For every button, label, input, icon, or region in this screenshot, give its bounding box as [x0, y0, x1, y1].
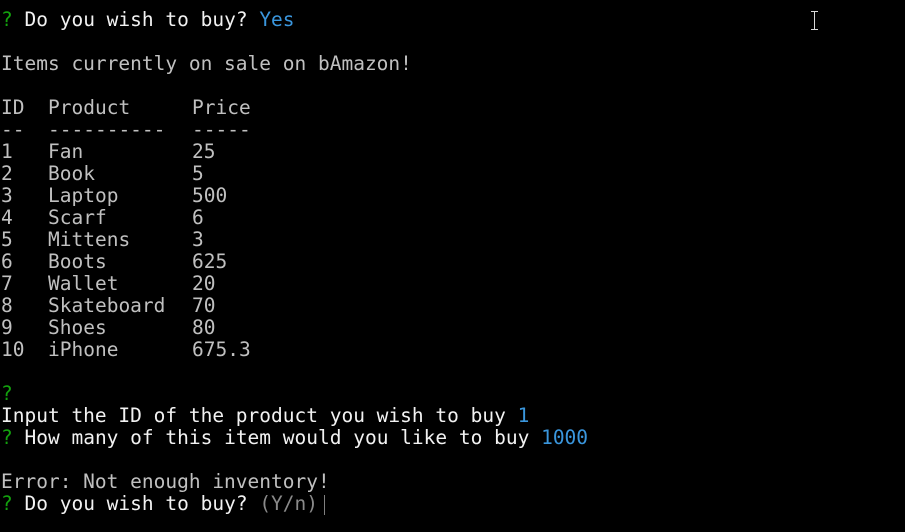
table-separator: -- ---------- -----	[1, 119, 901, 141]
row-id: 9	[1, 316, 13, 339]
id-prompt-marker-line: ?	[1, 383, 901, 405]
row-id: 5	[1, 228, 13, 251]
table-row: 4 Scarf 6	[1, 207, 901, 229]
row-price: 6	[192, 206, 204, 229]
id-question: Input the ID of the product you wish to …	[1, 404, 506, 427]
separator-id: --	[1, 118, 25, 141]
table-row: 1 Fan 25	[1, 141, 901, 163]
row-price: 80	[192, 316, 216, 339]
row-product: Fan	[48, 140, 84, 163]
table-row: 7 Wallet 20	[1, 273, 901, 295]
row-price: 675.3	[192, 338, 251, 361]
terminal-window[interactable]: ? Do you wish to buy? Yes Items currentl…	[1, 9, 901, 515]
row-price: 25	[192, 140, 216, 163]
table-row: 10 iPhone 675.3	[1, 339, 901, 361]
row-id: 10	[1, 338, 25, 361]
row-product: Mittens	[48, 228, 131, 251]
row-product: Boots	[48, 250, 107, 273]
qty-answer: 1000	[541, 426, 589, 449]
buy-again-hint: (Y/n)	[259, 492, 319, 515]
row-product: Laptop	[48, 184, 119, 207]
row-price: 5	[192, 162, 204, 185]
qty-question: How many of this item would you like to …	[24, 426, 530, 449]
table-row: 3 Laptop 500	[1, 185, 901, 207]
row-id: 1	[1, 140, 13, 163]
row-product: iPhone	[48, 338, 119, 361]
row-product: Book	[48, 162, 95, 185]
buy-again-prompt-line[interactable]: ? Do you wish to buy? (Y/n)	[1, 493, 901, 515]
header-id: ID	[1, 96, 25, 119]
prompt-marker: ?	[1, 492, 13, 515]
row-price: 625	[192, 250, 228, 273]
buy-answer: Yes	[259, 8, 295, 31]
row-price: 3	[192, 228, 204, 251]
buy-again-question: Do you wish to buy?	[24, 492, 248, 515]
row-price: 70	[192, 294, 216, 317]
row-id: 4	[1, 206, 13, 229]
row-product: Skateboard	[48, 294, 166, 317]
row-product: Scarf	[48, 206, 107, 229]
i-beam-cursor-icon	[809, 11, 821, 31]
id-prompt-line: Input the ID of the product you wish to …	[1, 405, 901, 427]
row-id: 2	[1, 162, 13, 185]
header-product: Product	[48, 96, 131, 119]
row-id: 3	[1, 184, 13, 207]
row-id: 6	[1, 250, 13, 273]
prompt-marker: ?	[1, 8, 13, 31]
table-row: 8 Skateboard 70	[1, 295, 901, 317]
row-id: 7	[1, 272, 13, 295]
buy-question: Do you wish to buy?	[24, 8, 248, 31]
separator-price: -----	[192, 118, 251, 141]
row-product: Wallet	[48, 272, 119, 295]
table-header: ID Product Price	[1, 97, 901, 119]
row-price: 20	[192, 272, 216, 295]
sale-heading: Items currently on sale on bAmazon!	[1, 52, 412, 75]
header-price: Price	[192, 96, 251, 119]
table-row: 6 Boots 625	[1, 251, 901, 273]
table-row: 9 Shoes 80	[1, 317, 901, 339]
text-cursor[interactable]	[324, 494, 326, 515]
separator-product: ----------	[48, 118, 166, 141]
qty-prompt-line: ? How many of this item would you like t…	[1, 427, 901, 449]
table-row: 5 Mittens 3	[1, 229, 901, 251]
buy-prompt-line: ? Do you wish to buy? Yes	[1, 9, 901, 31]
table-row: 2 Book 5	[1, 163, 901, 185]
row-id: 8	[1, 294, 13, 317]
row-product: Shoes	[48, 316, 107, 339]
error-message: Error: Not enough inventory!	[1, 470, 330, 493]
row-price: 500	[192, 184, 228, 207]
id-answer: 1	[517, 404, 530, 427]
